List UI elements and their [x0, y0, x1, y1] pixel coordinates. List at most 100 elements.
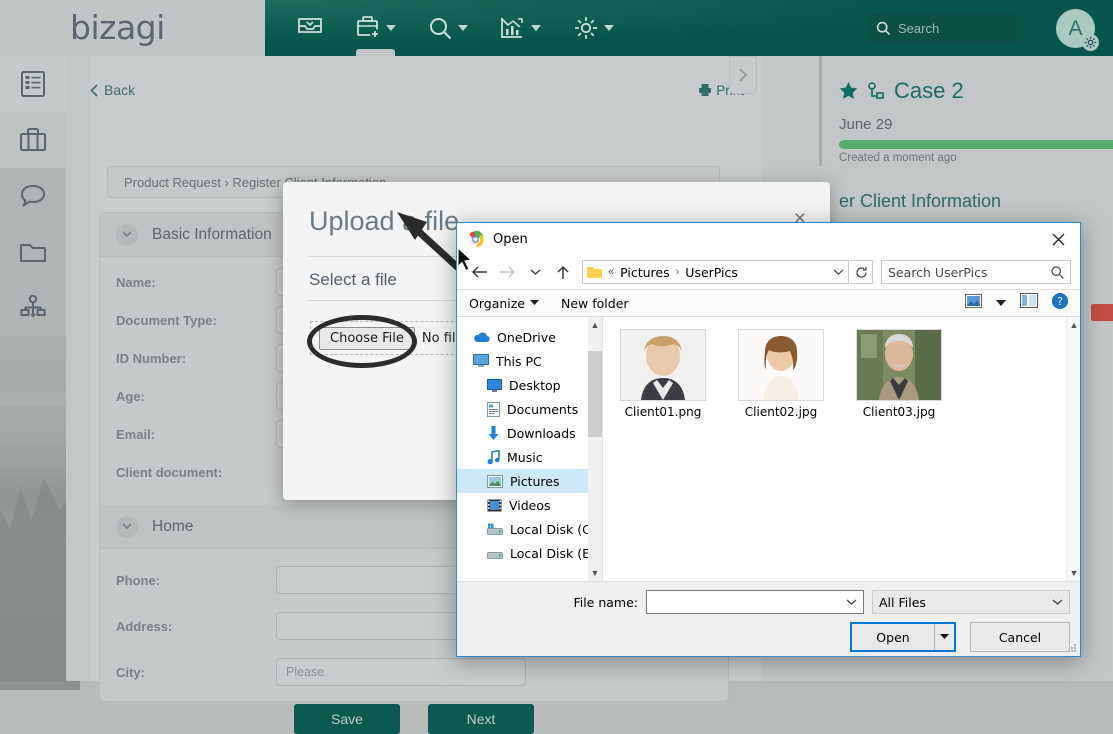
case-title-text: Case 2	[894, 78, 964, 103]
refresh-icon[interactable]	[851, 260, 873, 284]
notification-marker[interactable]	[1091, 304, 1113, 321]
avatar-settings-badge[interactable]	[1082, 34, 1099, 51]
nav-analytics[interactable]	[493, 0, 548, 56]
briefcase-icon	[20, 128, 46, 151]
tree-item-pictures[interactable]: Pictures	[457, 469, 602, 493]
printer-icon	[699, 84, 712, 96]
dialog-body: OneDrive This PC Desktop Documents Downl…	[457, 317, 1080, 581]
tree-item-label: Documents	[507, 401, 579, 417]
tree-item-onedrive[interactable]: OneDrive	[457, 325, 602, 349]
sidebar-item-documents[interactable]	[0, 224, 66, 280]
dialog-search-box[interactable]: Search UserPics	[881, 260, 1071, 284]
tree-item-downloads[interactable]: Downloads	[457, 421, 602, 445]
chevron-down-icon	[530, 300, 539, 305]
address-dropdown-icon[interactable]	[833, 263, 844, 281]
nav-search[interactable]	[421, 0, 475, 56]
header-search-box[interactable]: Search	[867, 14, 1017, 43]
app-logo[interactable]: bizagi	[70, 8, 165, 47]
scroll-down-icon[interactable]: ▼	[588, 565, 602, 581]
tree-item-music[interactable]: Music	[457, 445, 602, 469]
new-case-icon	[357, 16, 380, 39]
recent-locations-icon[interactable]	[522, 259, 548, 285]
tree-item-desktop[interactable]: Desktop	[457, 373, 602, 397]
top-header: bizagi Search A	[0, 0, 1113, 56]
nav-inbox[interactable]	[290, 0, 330, 56]
address-crumb[interactable]: UserPics	[685, 265, 738, 280]
tree-item-videos[interactable]: Videos	[457, 493, 602, 517]
dialog-toolbar: Organize New folder ?	[457, 289, 1080, 317]
form-footer-buttons: Save Next	[99, 704, 729, 734]
dialog-close-icon[interactable]	[1036, 223, 1080, 255]
music-icon	[487, 449, 500, 464]
chevron-down-icon	[386, 25, 396, 31]
resize-grip-icon[interactable]	[1067, 643, 1077, 653]
next-button[interactable]: Next	[428, 704, 534, 734]
dialog-search-placeholder: Search UserPics	[888, 264, 988, 280]
scroll-up-icon[interactable]: ▲	[588, 317, 602, 333]
choose-file-button[interactable]: Choose File	[319, 326, 415, 350]
documents-icon	[487, 401, 500, 417]
tree-item-label: Videos	[509, 497, 551, 513]
dialog-titlebar: Open	[457, 223, 1080, 255]
back-link[interactable]: Back	[90, 82, 135, 98]
tree-item-label: Local Disk (C:)	[510, 521, 600, 537]
sidebar-item-processes[interactable]	[0, 280, 66, 336]
search-icon	[430, 17, 452, 39]
navigation-tree-pane: OneDrive This PC Desktop Documents Downl…	[457, 317, 603, 581]
field-input[interactable]: Please	[276, 658, 526, 686]
address-crumb[interactable]: Pictures	[620, 265, 670, 280]
scroll-down-icon[interactable]: ▼	[1067, 565, 1081, 581]
file-name-input[interactable]	[646, 590, 864, 614]
tree-item-label: This PC	[496, 353, 542, 369]
sidebar-item-messages[interactable]	[0, 168, 66, 224]
header-logo-area: bizagi	[0, 0, 265, 56]
case-progress-bar	[839, 140, 1113, 149]
chrome-icon	[467, 230, 484, 247]
pictures-icon	[487, 474, 503, 488]
view-mode-icon[interactable]	[965, 293, 982, 313]
upload-modal-title: Upload a file	[309, 206, 460, 236]
tree-item-documents[interactable]: Documents	[457, 397, 602, 421]
file-thumbnail	[738, 329, 824, 401]
file-grid: Client01.png Client02.jpg Client03.jpg	[613, 329, 1080, 419]
field-label: Age:	[116, 388, 145, 404]
file-tile[interactable]: Client02.jpg	[731, 329, 831, 419]
organize-label: Organize	[469, 295, 525, 311]
sidebar-item-cases[interactable]	[0, 112, 66, 168]
sidebar-item-tasks[interactable]	[0, 56, 66, 112]
case-date: June 29	[839, 116, 893, 133]
tree-scroll-thumb[interactable]	[588, 351, 602, 437]
back-label: Back	[104, 82, 136, 98]
file-tile[interactable]: Client01.png	[613, 329, 713, 419]
tree-item-local-disk-c[interactable]: Local Disk (C:)	[457, 517, 602, 541]
field-label: Phone:	[116, 572, 161, 588]
file-tile[interactable]: Client03.jpg	[849, 329, 949, 419]
tree-scrollbar[interactable]: ▲ ▼	[588, 317, 602, 581]
panel-collapse-tab-left[interactable]	[729, 56, 757, 94]
file-type-filter[interactable]: All Files	[872, 590, 1070, 614]
save-button[interactable]: Save	[294, 704, 400, 734]
field-label: Name:	[116, 274, 156, 290]
organize-button[interactable]: Organize	[469, 296, 539, 311]
case-title: Case 2	[839, 78, 964, 104]
nav-settings[interactable]	[566, 0, 621, 56]
tree-item-this-pc[interactable]: This PC	[457, 349, 602, 373]
nav-new-case[interactable]	[348, 0, 403, 56]
new-folder-button[interactable]: New folder	[561, 296, 629, 311]
chevron-down-icon	[846, 599, 857, 605]
scroll-up-icon[interactable]: ▲	[1067, 317, 1081, 333]
field-label: Client document:	[116, 464, 223, 480]
up-nav-icon[interactable]	[550, 259, 576, 285]
open-button[interactable]: Open	[852, 624, 934, 650]
address-separator: ›	[675, 266, 680, 278]
preview-pane-icon[interactable]	[1020, 293, 1038, 313]
address-bar[interactable]: « Pictures › UserPics	[582, 260, 849, 284]
cancel-button[interactable]: Cancel	[970, 622, 1070, 652]
view-mode-dropdown-icon[interactable]	[996, 294, 1006, 312]
help-icon[interactable]: ?	[1052, 292, 1068, 314]
file-list-scrollbar[interactable]: ▲ ▼	[1066, 317, 1080, 581]
open-button-dropdown-icon[interactable]	[934, 624, 954, 650]
tree-item-local-disk-e[interactable]: Local Disk (E:)	[457, 541, 602, 565]
chat-icon	[20, 184, 46, 208]
open-button-group[interactable]: Open	[850, 622, 956, 652]
